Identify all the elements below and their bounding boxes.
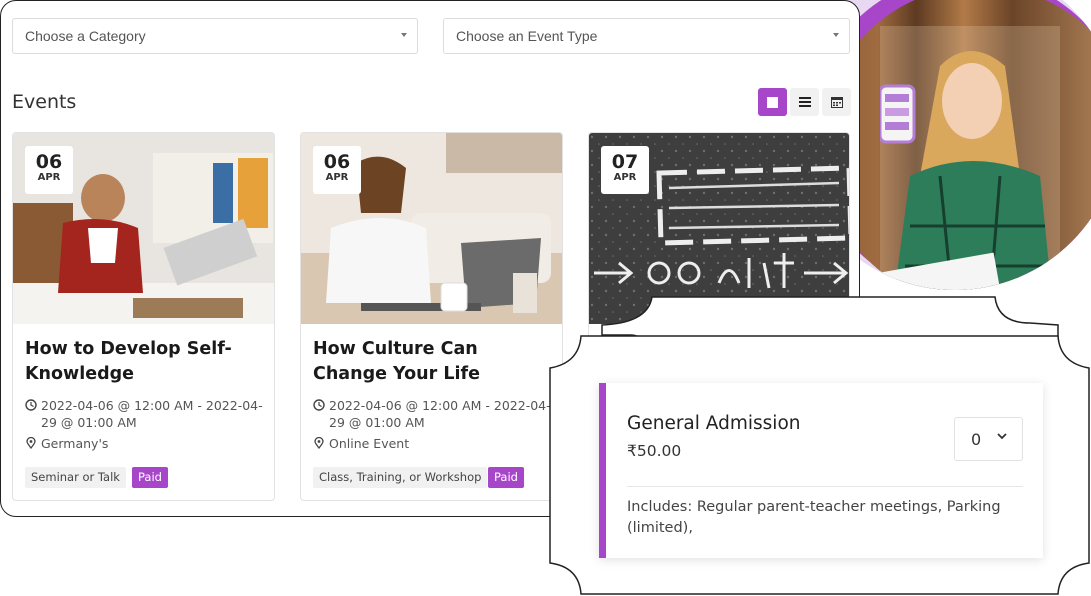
clock-icon	[313, 399, 325, 411]
list-lines-icon	[798, 97, 811, 107]
category-select-placeholder: Choose a Category	[25, 28, 146, 44]
ticket-name: General Admission	[627, 413, 801, 434]
event-location-text: Germany's	[41, 436, 109, 451]
event-card[interactable]: 06 APR How to Develop Self-Knowledge 202…	[12, 132, 275, 501]
grid-square-icon	[767, 96, 778, 108]
event-category-tag[interactable]: Seminar or Talk	[25, 467, 126, 488]
event-day: 06	[323, 151, 351, 173]
clock-icon	[25, 399, 37, 411]
calendar-view-button[interactable]	[822, 88, 851, 116]
event-price-tag: Paid	[488, 467, 524, 488]
event-title[interactable]: How Culture Can Change Your Life	[313, 337, 553, 387]
event-location: Germany's	[25, 435, 265, 452]
chevron-down-icon	[833, 33, 839, 37]
ticket-quantity-select[interactable]: 0	[954, 417, 1023, 461]
grid-view-button[interactable]	[758, 88, 787, 116]
event-location-text: Online Event	[329, 436, 410, 451]
map-pin-icon	[314, 437, 324, 449]
woman-with-phone-photo	[820, 0, 1091, 290]
ticket-quantity-value: 0	[971, 430, 982, 449]
event-datetime-text: 2022-04-06 @ 12:00 AM - 2022-04-29 @ 01:…	[329, 398, 551, 430]
event-month: APR	[613, 172, 637, 183]
event-category-tag[interactable]: Class, Training, or Workshop	[313, 467, 488, 488]
ticket-includes: Includes: Regular parent-teacher meeting…	[627, 499, 1001, 536]
event-date-badge: 06 APR	[25, 146, 73, 194]
event-date-badge: 07 APR	[601, 146, 649, 194]
map-pin-icon	[26, 437, 36, 449]
calendar-icon	[830, 97, 843, 108]
event-location: Online Event	[313, 435, 553, 452]
event-date-badge: 06 APR	[313, 146, 361, 194]
event-title[interactable]: How to Develop Self-Knowledge	[25, 337, 265, 387]
person-illustration	[880, 26, 1060, 290]
list-view-button[interactable]	[790, 88, 819, 116]
chevron-down-icon	[401, 33, 407, 37]
event-month: APR	[37, 172, 61, 183]
event-price-tag: Paid	[132, 467, 168, 488]
event-day: 07	[611, 151, 639, 173]
ticket-option-card: General Admission ₹50.00 0 Includes: Reg…	[599, 383, 1043, 558]
event-day: 06	[35, 151, 63, 173]
event-datetime: 2022-04-06 @ 12:00 AM - 2022-04-29 @ 01:…	[25, 397, 265, 431]
category-select[interactable]: Choose a Category	[12, 18, 418, 54]
event-type-select[interactable]: Choose an Event Type	[443, 18, 850, 54]
event-datetime-text: 2022-04-06 @ 12:00 AM - 2022-04-29 @ 01:…	[41, 398, 263, 430]
event-type-select-placeholder: Choose an Event Type	[456, 28, 598, 44]
ticket-price: ₹50.00	[627, 442, 682, 460]
event-card[interactable]: 06 APR How Culture Can Change Your Life …	[300, 132, 563, 501]
chevron-down-icon	[997, 433, 1007, 440]
events-heading: Events	[12, 91, 77, 113]
divider	[627, 486, 1023, 487]
event-month: APR	[325, 172, 349, 183]
event-datetime: 2022-04-06 @ 12:00 AM - 2022-04-29 @ 01:…	[313, 397, 553, 431]
